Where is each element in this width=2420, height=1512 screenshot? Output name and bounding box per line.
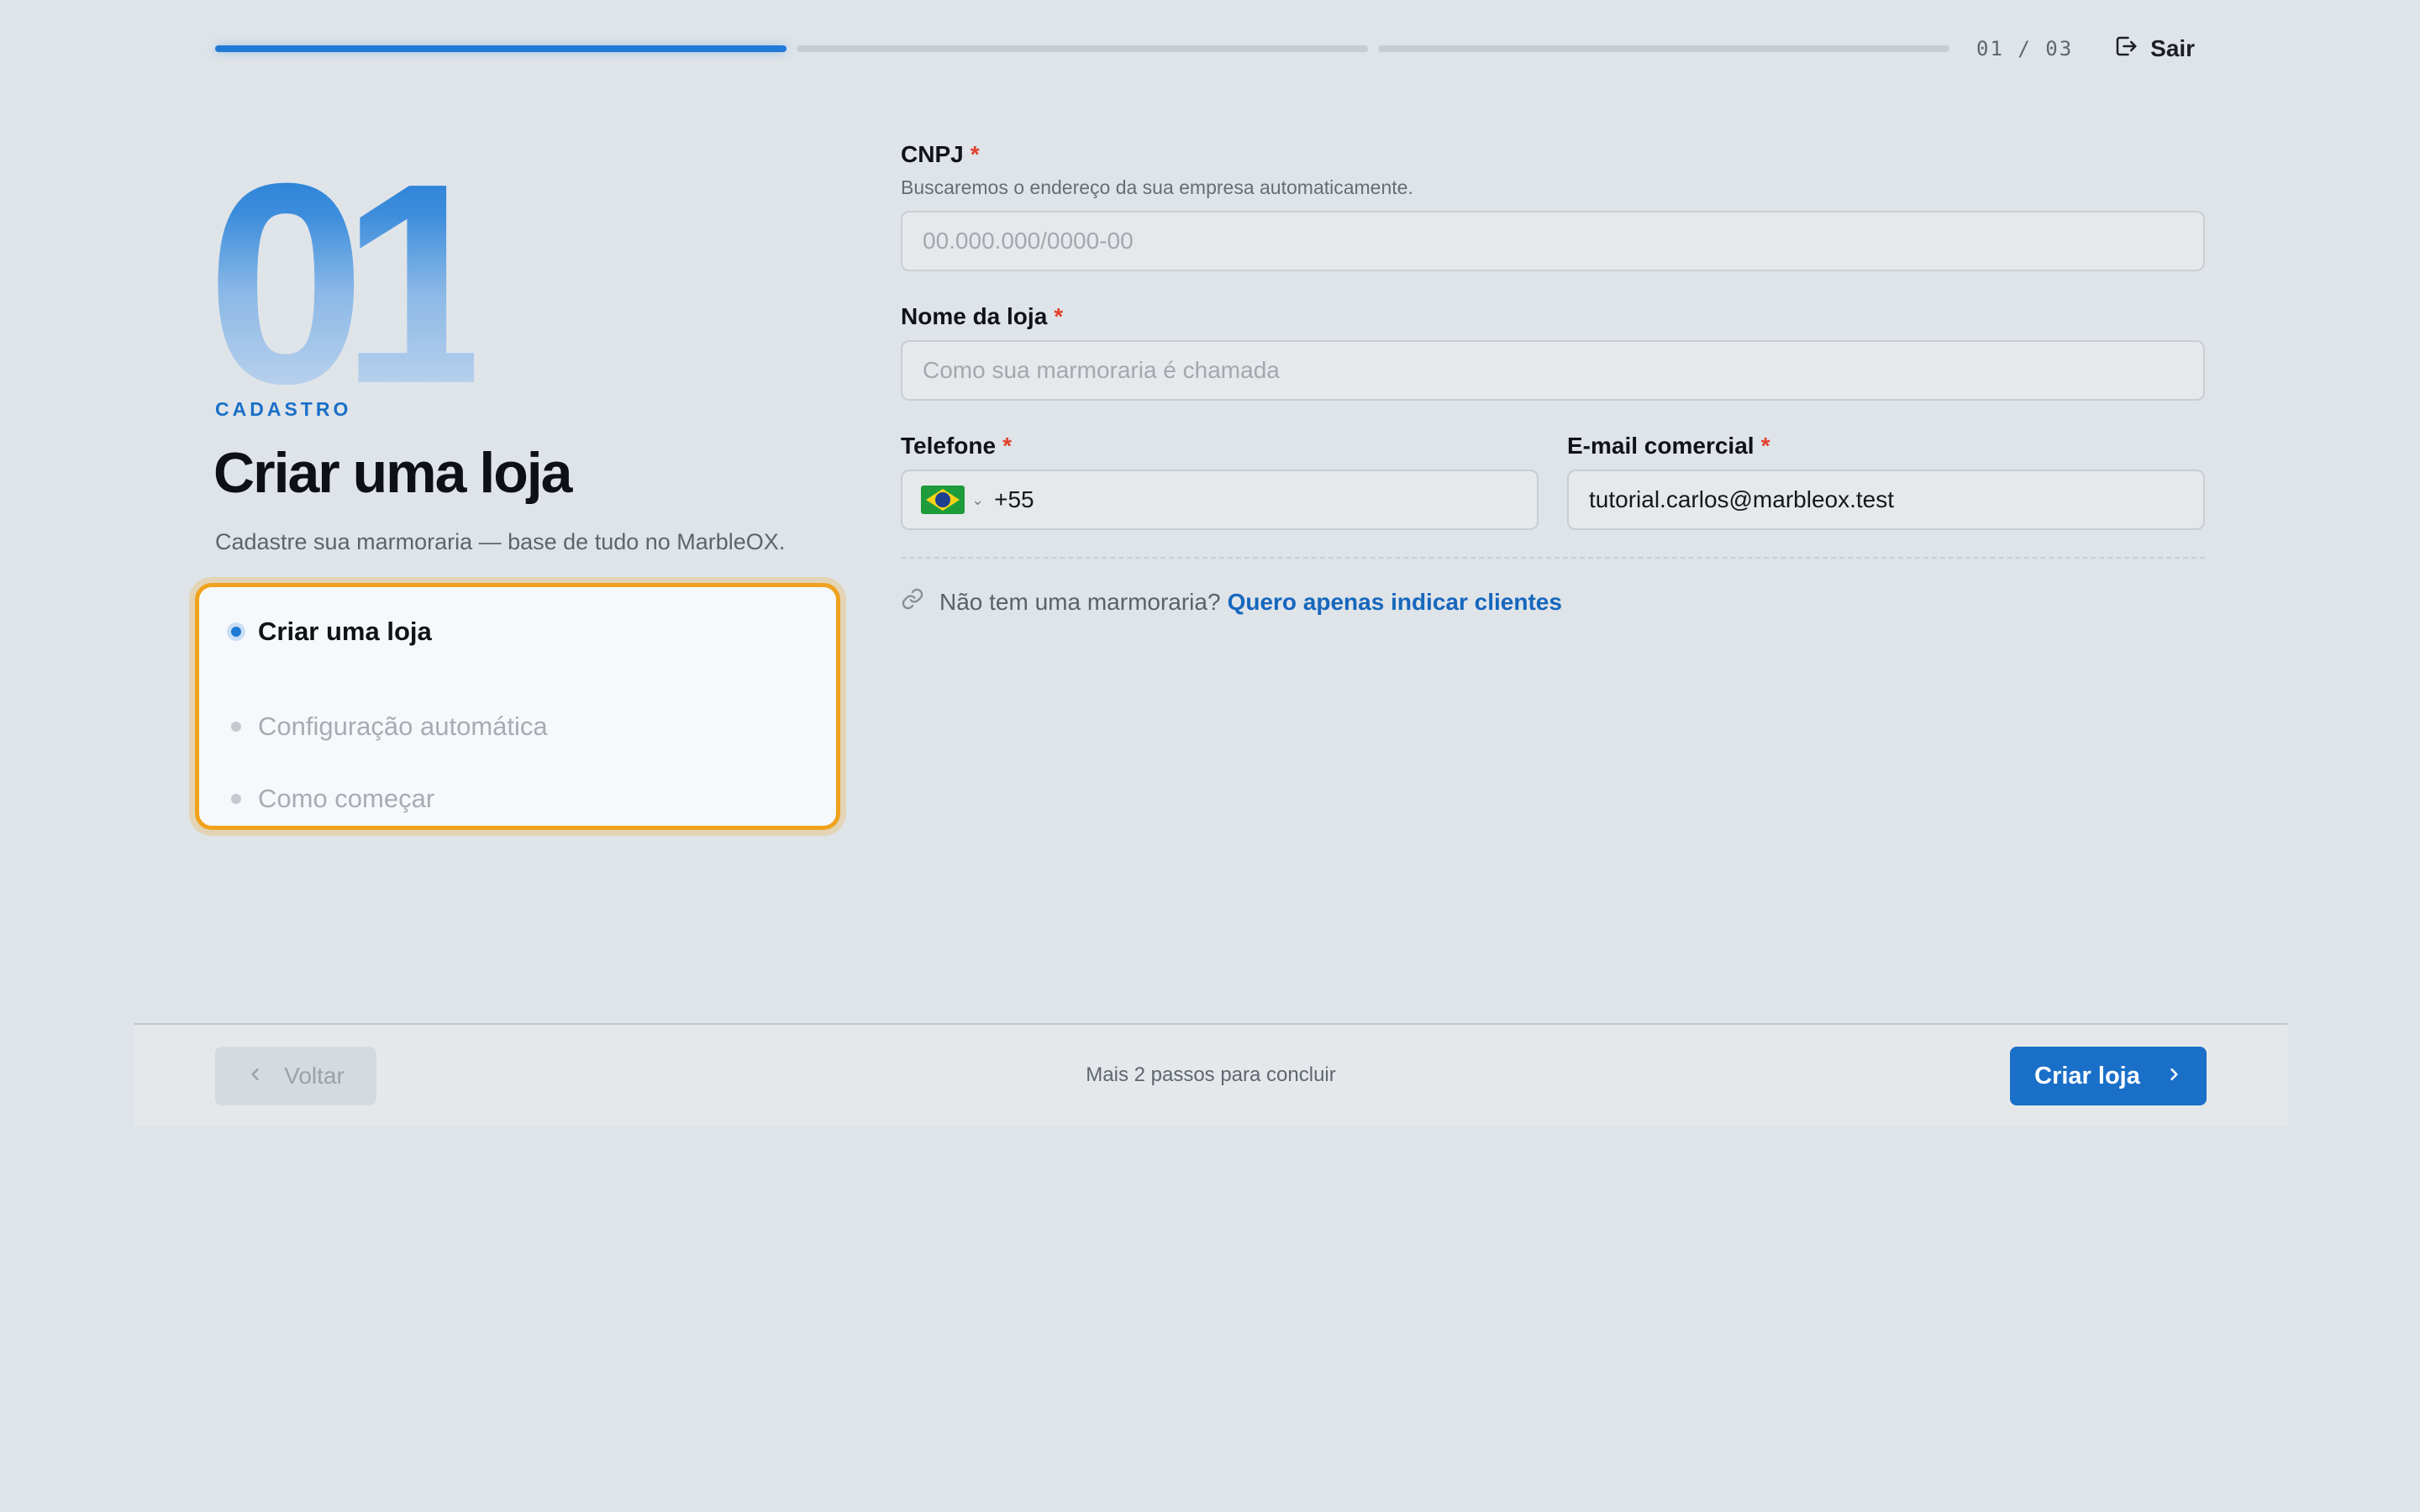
page-subtitle: Cadastre sua marmoraria — base de tudo n… <box>215 529 786 554</box>
cnpj-label: CNPJ * <box>901 141 980 167</box>
phone-label: Telefone * <box>901 433 1012 459</box>
brazil-flag-icon[interactable] <box>921 486 965 514</box>
phone-group: Telefone * ⌄ <box>901 433 1539 530</box>
email-input[interactable] <box>1567 470 2205 530</box>
progress-segment-2 <box>797 45 1368 52</box>
link-icon <box>901 587 939 617</box>
form-divider <box>901 557 2205 559</box>
required-marker: * <box>1002 433 1012 459</box>
email-group: E-mail comercial * <box>1567 433 2205 530</box>
email-label: E-mail comercial * <box>1567 433 1770 459</box>
store-name-input[interactable] <box>901 340 2205 401</box>
step-label: Como começar <box>258 784 435 813</box>
store-name-group: Nome da loja * <box>901 303 2205 401</box>
page-title: Criar uma loja <box>213 441 572 505</box>
cnpj-hint: Buscaremos o endereço da sua empresa aut… <box>901 176 1413 198</box>
footer-bar: Voltar Mais 2 passos para concluir Criar… <box>134 1023 2287 1126</box>
progress-segment-1 <box>215 45 786 52</box>
chevron-right-icon <box>2165 1063 2182 1090</box>
steps-remaining-note: Mais 2 passos para concluir <box>1086 1063 1336 1086</box>
step-label: Configuração automática <box>258 711 548 741</box>
chevron-down-icon[interactable]: ⌄ <box>971 491 984 509</box>
cnpj-input[interactable] <box>901 211 2205 271</box>
step-item-configuracao[interactable]: Configuração automática <box>219 690 836 763</box>
referral-link[interactable]: Quero apenas indicar clientes <box>1228 589 1562 616</box>
step-item-criar-loja[interactable]: Criar uma loja <box>219 617 836 646</box>
steps-list: Criar uma loja Configuração automática C… <box>195 583 840 830</box>
step-active-dot-icon <box>231 627 241 637</box>
phone-field: ⌄ <box>901 470 1539 530</box>
step-dot-icon <box>231 794 241 804</box>
section-eyebrow: CADASTRO <box>215 398 352 420</box>
alt-option: Não tem uma marmoraria? Quero apenas ind… <box>901 587 2205 617</box>
store-name-label: Nome da loja * <box>901 303 1064 329</box>
step-counter: 01 / 03 <box>1976 37 2074 60</box>
create-store-button[interactable]: Criar loja <box>2010 1047 2207 1105</box>
required-marker: * <box>1760 433 1770 459</box>
logout-icon <box>2113 34 2139 65</box>
create-store-label: Criar loja <box>2034 1062 2140 1089</box>
exit-label: Sair <box>2150 35 2196 61</box>
store-form: CNPJ * Buscaremos o endereço da sua empre… <box>901 141 2205 617</box>
step-label: Criar uma loja <box>258 617 432 646</box>
progress-segment-3 <box>1378 45 1949 52</box>
required-marker: * <box>1054 303 1064 329</box>
exit-button[interactable]: Sair <box>2113 34 2195 65</box>
step-dot-icon <box>231 722 241 732</box>
step-number: 01 <box>207 141 475 385</box>
alt-text: Não tem uma marmoraria? <box>939 588 1221 615</box>
step-item-como-comecar[interactable]: Como começar <box>219 763 836 835</box>
cnpj-group: CNPJ * Buscaremos o endereço da sua empre… <box>901 141 2205 271</box>
progress-bar: 01 / 03 Sair <box>215 34 2198 64</box>
phone-input[interactable] <box>994 471 1537 528</box>
required-marker: * <box>970 141 980 167</box>
